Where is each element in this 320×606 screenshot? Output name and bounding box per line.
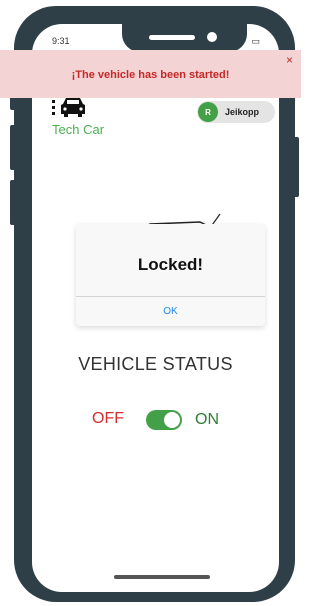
off-label: OFF [92, 410, 124, 427]
vehicle-status-title: VEHICLE STATUS [78, 354, 233, 374]
close-icon[interactable]: × [286, 53, 293, 67]
toast-message: ¡The vehicle has been started! [71, 69, 230, 81]
car-icon [52, 98, 85, 117]
app-name: Tech Car [52, 122, 105, 137]
power-toggle-row: OFF ON [92, 408, 232, 434]
on-label: ON [195, 411, 219, 428]
camera [207, 32, 217, 42]
user-chip[interactable]: R Jeikopp [197, 101, 275, 123]
home-indicator[interactable] [114, 575, 210, 579]
ok-button[interactable]: OK [76, 297, 265, 326]
toggle-knob [164, 412, 180, 428]
notification-toast: ¡The vehicle has been started! × [0, 50, 301, 98]
phone-notch [122, 24, 247, 52]
avatar: R [198, 102, 218, 122]
username: Jeikopp [225, 107, 260, 117]
app-logo: Tech Car [52, 96, 104, 137]
status-time: 9:31 [52, 36, 70, 46]
alert-dialog: Locked! OK [76, 224, 265, 326]
dialog-title: Locked! [137, 255, 204, 274]
speaker [149, 35, 195, 40]
power-toggle-switch[interactable] [146, 410, 182, 430]
